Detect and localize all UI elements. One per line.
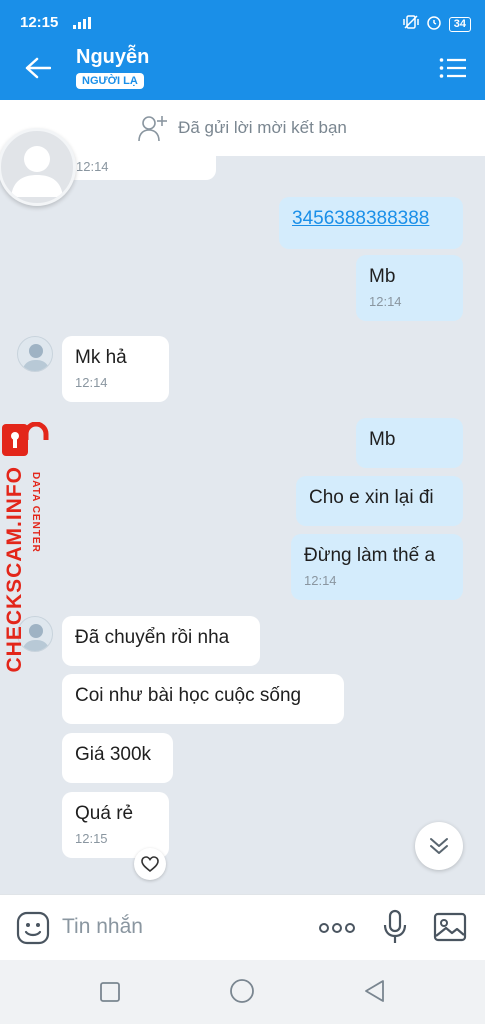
message-bubble[interactable]: 12:14	[62, 144, 216, 180]
image-icon	[433, 912, 467, 942]
double-chevron-down-icon	[430, 838, 448, 854]
message-text: Mb	[369, 429, 396, 450]
message-bubble[interactable]: Coi như bài học cuộc sống	[62, 674, 344, 724]
message-bubble[interactable]: Cho e xin lại đi	[296, 476, 463, 526]
triangle-back-icon	[365, 980, 384, 1002]
status-time: 12:15	[20, 14, 59, 31]
message-text: Giá 300k	[75, 744, 152, 765]
sticker-button[interactable]	[16, 911, 50, 950]
sticker-icon	[16, 911, 50, 945]
heart-icon	[141, 856, 159, 872]
avatar[interactable]	[17, 336, 53, 372]
signal-icon	[73, 16, 91, 34]
more-dots-icon	[319, 923, 355, 933]
status-bar: 12:15 34	[0, 0, 485, 36]
friend-request-text: Đã gửi lời mời kết bạn	[178, 118, 347, 137]
message-time: 12:14	[369, 294, 402, 309]
message-time: 12:14	[304, 573, 337, 588]
message-bubble[interactable]: Mb	[356, 418, 463, 468]
default-user-icon	[11, 146, 63, 197]
message-time: 12:14	[75, 375, 108, 390]
scroll-to-bottom-button[interactable]	[415, 822, 463, 870]
voice-button[interactable]	[382, 909, 408, 950]
message-time: 12:15	[75, 831, 108, 846]
message-text: Đã chuyển rồi nha	[75, 627, 230, 648]
message-bubble[interactable]: Mk hả 12:14	[62, 336, 169, 402]
message-text: Đừng làm thế a	[304, 545, 436, 566]
add-friend-icon	[138, 116, 168, 142]
battery-indicator: 34	[448, 17, 471, 32]
message-bubble[interactable]: Giá 300k	[62, 733, 173, 783]
message-bubble[interactable]: 3456388388388	[279, 197, 463, 249]
menu-button[interactable]	[435, 52, 471, 84]
message-time: 12:14	[76, 159, 109, 174]
list-menu-icon	[439, 58, 466, 78]
vibrate-icon	[403, 14, 419, 35]
avatar[interactable]	[0, 128, 76, 206]
stranger-badge: NGƯỜI LẠ	[76, 73, 144, 89]
react-button[interactable]	[134, 848, 166, 880]
back-nav-button[interactable]	[363, 979, 385, 1008]
message-text: Mk hả	[75, 347, 127, 368]
gallery-button[interactable]	[433, 911, 467, 948]
contact-name[interactable]: Nguyễn	[76, 46, 149, 69]
back-button[interactable]	[20, 50, 56, 86]
system-nav-bar	[0, 960, 485, 1024]
user-avatar-icon	[22, 344, 50, 371]
back-arrow-icon	[25, 57, 51, 79]
message-input-bar: Tin nhắn	[0, 894, 485, 960]
message-list[interactable]: 12:14 3456388388388 Mb 12:14 Mk hả 12:14…	[0, 128, 485, 894]
home-button[interactable]	[229, 978, 255, 1009]
message-bubble[interactable]: Đừng làm thế a 12:14	[291, 534, 463, 600]
watermark-sub: DATA CENTER	[30, 472, 41, 553]
message-text: Coi như bài học cuộc sống	[75, 685, 302, 706]
message-bubble[interactable]: Đã chuyển rồi nha	[62, 616, 260, 666]
alarm-icon	[426, 14, 442, 35]
square-icon	[100, 982, 120, 1002]
watermark-brand: CHECKSCAM.INFO	[3, 466, 26, 673]
status-indicators: 34	[403, 14, 471, 35]
recents-button[interactable]	[100, 982, 120, 1007]
message-text: Cho e xin lại đi	[309, 487, 434, 508]
microphone-icon	[383, 909, 407, 943]
watermark: CHECKSCAM.INFO DATA CENTER	[2, 421, 54, 673]
message-text: Mb	[369, 266, 396, 287]
circle-icon	[230, 979, 254, 1003]
message-bubble[interactable]: Mb 12:14	[356, 255, 463, 321]
message-input[interactable]: Tin nhắn	[62, 915, 143, 939]
message-text: Quá rẻ	[75, 803, 134, 824]
chat-header: Nguyễn NGƯỜI LẠ	[0, 36, 485, 100]
more-options-button[interactable]	[318, 913, 356, 948]
phone-number-link[interactable]: 3456388388388	[292, 208, 429, 229]
